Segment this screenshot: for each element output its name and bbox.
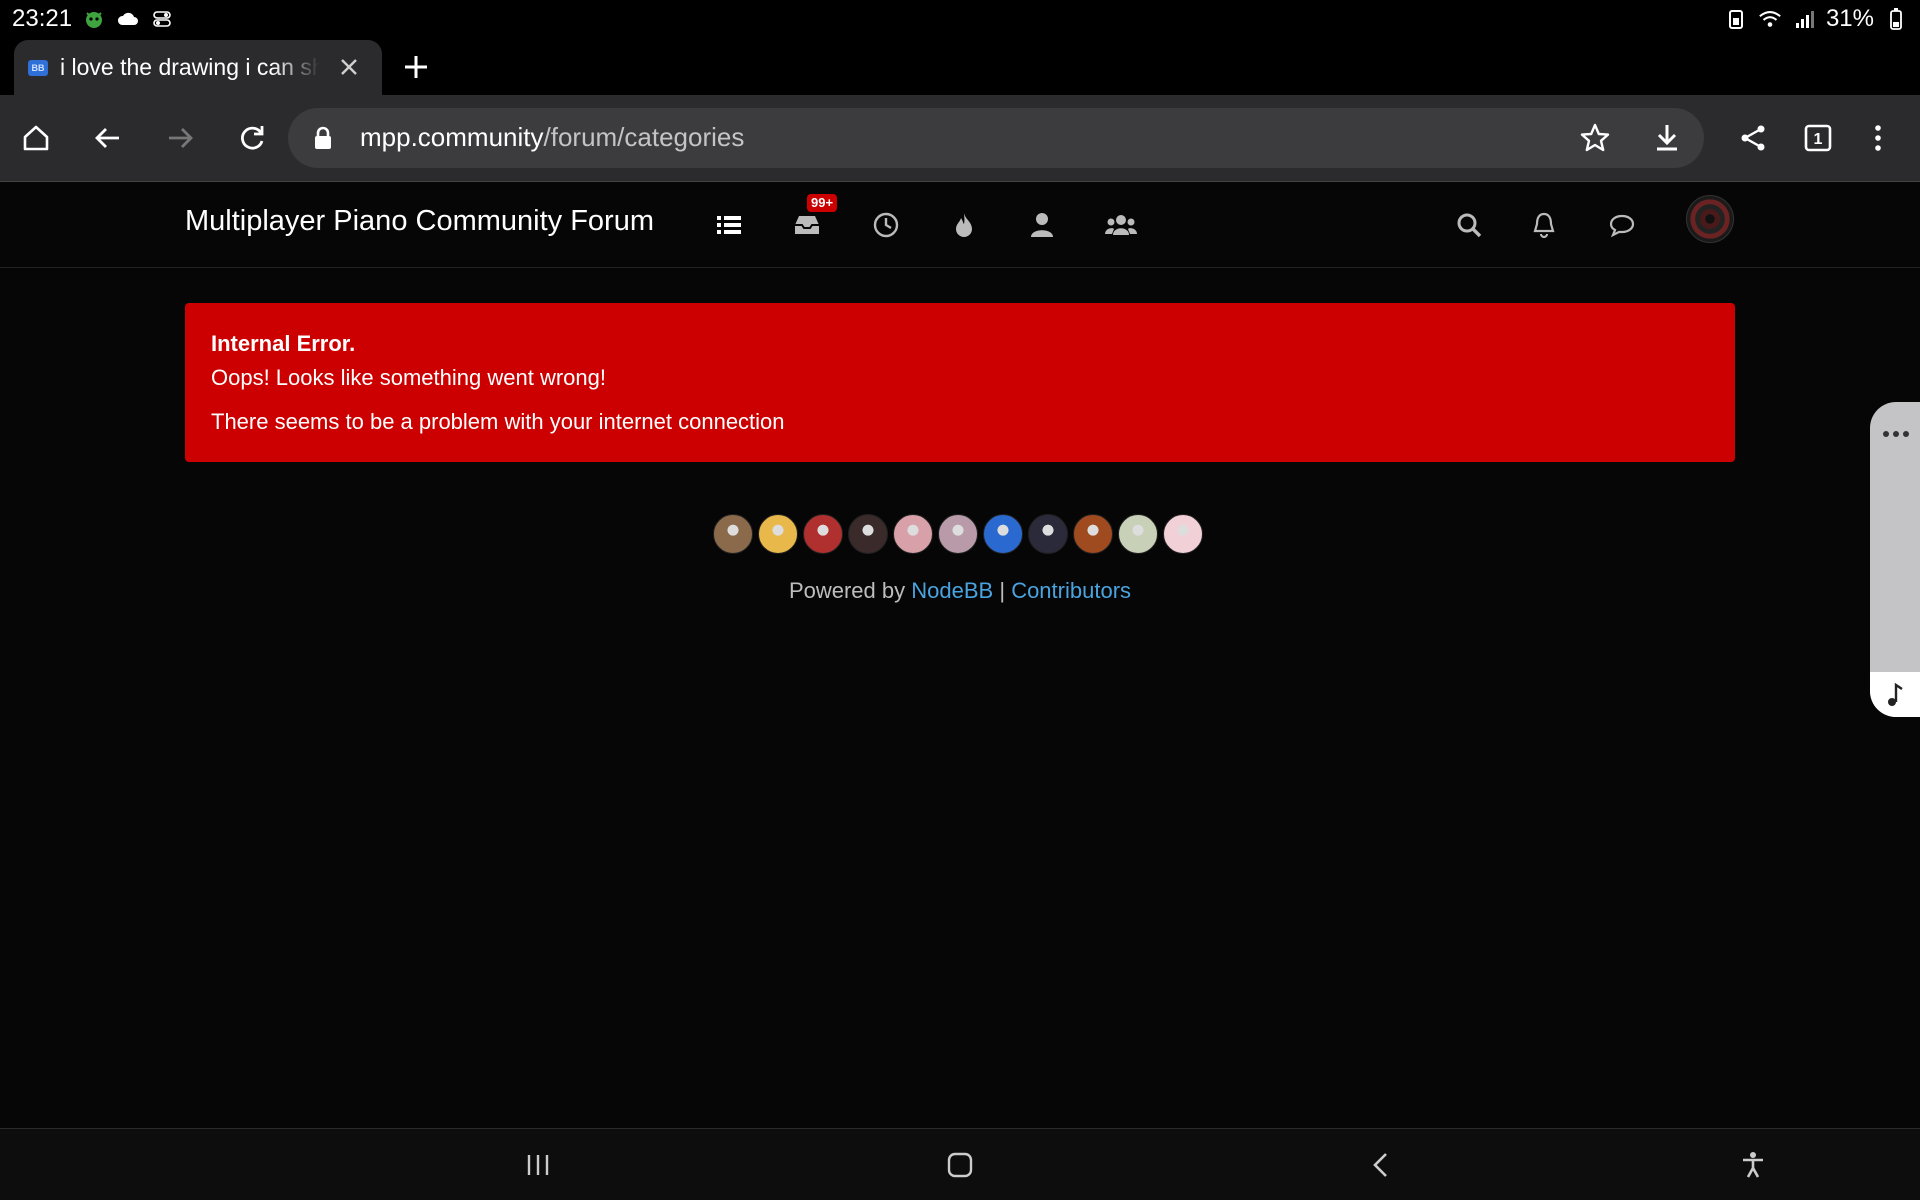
powered-by-text: Powered by: [788, 578, 906, 603]
lock-icon[interactable]: [312, 125, 334, 151]
more-menu-icon[interactable]: [1860, 120, 1896, 156]
recent-icon[interactable]: [868, 207, 904, 243]
edge-panel-handle[interactable]: [1870, 402, 1920, 717]
contributor-avatar[interactable]: [803, 514, 843, 554]
tab-count: 1: [1814, 131, 1823, 148]
contributors-link[interactable]: Contributors: [1011, 578, 1131, 603]
contributor-avatar[interactable]: [1073, 514, 1113, 554]
contributor-avatar[interactable]: [1028, 514, 1068, 554]
alert-title: Internal Error.: [211, 331, 356, 356]
alert-detail: There seems to be a problem with your in…: [211, 409, 785, 434]
back-nav-icon[interactable]: [1363, 1147, 1399, 1183]
url-path: /forum/categories: [543, 122, 745, 152]
battery-percent: 31%: [1825, 4, 1874, 32]
status-time: 23:21: [12, 4, 73, 32]
contributor-avatar[interactable]: [758, 514, 798, 554]
chat-icon[interactable]: [1604, 207, 1640, 243]
wifi-icon: [1758, 7, 1782, 31]
tab-favicon: BB: [28, 59, 48, 76]
close-tab-icon[interactable]: [336, 54, 362, 80]
download-icon[interactable]: [1650, 121, 1684, 155]
address-bar[interactable]: mpp.community/forum/categories: [288, 108, 1704, 168]
nodebb-link[interactable]: NodeBB: [911, 578, 993, 603]
forum-header: Multiplayer Piano Community Forum 99+: [0, 182, 1920, 268]
contributor-avatar[interactable]: [1118, 514, 1158, 554]
share-button[interactable]: [1735, 120, 1771, 156]
url-host: mpp.community: [360, 122, 544, 152]
forum-brand[interactable]: Multiplayer Piano Community Forum: [185, 205, 654, 238]
cloud-icon: [116, 7, 140, 31]
users-icon[interactable]: [1024, 207, 1060, 243]
contributor-avatar[interactable]: [893, 514, 933, 554]
battery-icon: [1884, 7, 1908, 31]
system-nav-bar: [0, 1128, 1920, 1200]
groups-icon[interactable]: [1103, 207, 1139, 243]
unread-count-badge: 99+: [807, 194, 838, 212]
notifications-bell-icon[interactable]: [1526, 207, 1562, 243]
toggle-icon: [150, 7, 174, 31]
popular-icon[interactable]: [946, 207, 982, 243]
game-icon: [82, 7, 106, 31]
music-note-icon[interactable]: [1870, 672, 1920, 717]
reload-button[interactable]: [234, 120, 270, 156]
browser-tab[interactable]: BB i love the drawing i can share: [14, 40, 382, 95]
signal-icon: [1792, 7, 1816, 31]
contributor-avatar[interactable]: [713, 514, 753, 554]
bookmark-star-icon[interactable]: [1578, 121, 1612, 155]
tab-switcher-button[interactable]: 1: [1800, 120, 1836, 156]
contributor-avatar[interactable]: [848, 514, 888, 554]
unread-icon[interactable]: [789, 207, 825, 243]
status-bar: 23:21 31%: [0, 0, 1920, 37]
home-nav-icon[interactable]: [942, 1147, 978, 1183]
home-button[interactable]: [18, 120, 54, 156]
contributors-avatars: [713, 514, 1203, 554]
categories-icon[interactable]: [711, 207, 747, 243]
back-button[interactable]: [90, 120, 126, 156]
user-avatar[interactable]: [1686, 195, 1734, 243]
tab-strip: BB i love the drawing i can share: [0, 37, 1920, 95]
error-alert: Internal Error. Oops! Looks like somethi…: [185, 303, 1735, 462]
new-tab-button[interactable]: [402, 53, 430, 81]
contributor-avatar[interactable]: [983, 514, 1023, 554]
powered-by-footer: Powered by NodeBB | Contributors: [0, 578, 1920, 604]
alert-message: Oops! Looks like something went wrong!: [211, 365, 606, 390]
footer-separator: |: [999, 578, 1006, 603]
url-text[interactable]: mpp.community/forum/categories: [360, 122, 744, 153]
more-dots-icon[interactable]: [1882, 426, 1910, 437]
search-icon[interactable]: [1451, 207, 1487, 243]
browser-toolbar: mpp.community/forum/categories 1: [0, 95, 1920, 181]
battery-saver-icon: [1724, 7, 1748, 31]
recent-apps-icon[interactable]: [520, 1147, 556, 1183]
contributor-avatar[interactable]: [938, 514, 978, 554]
contributor-avatar[interactable]: [1163, 514, 1203, 554]
accessibility-icon[interactable]: [1735, 1147, 1771, 1183]
tab-title: i love the drawing i can share: [60, 54, 320, 80]
forward-button[interactable]: [162, 120, 198, 156]
